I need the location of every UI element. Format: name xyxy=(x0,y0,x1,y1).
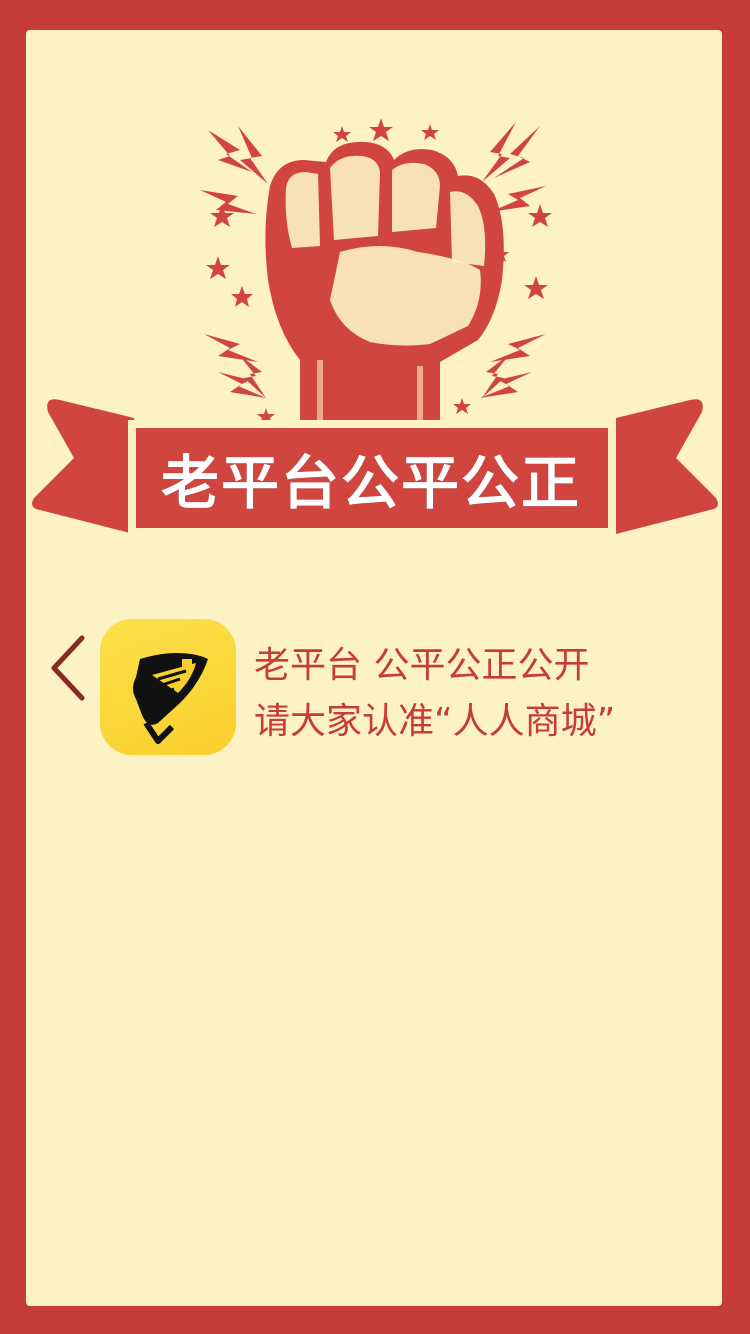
chevron-left-icon[interactable] xyxy=(46,632,92,704)
message-line-2: 请大家认准“人人商城” xyxy=(254,701,616,742)
raised-fist-icon xyxy=(265,141,504,421)
message-line-1: 老平台 公平公正公开 xyxy=(254,645,590,686)
fish-app-icon[interactable] xyxy=(100,619,236,755)
fish-logo xyxy=(133,653,208,744)
message-block: 老平台 公平公正公开 请大家认准“人人商城” xyxy=(254,638,694,750)
banner-title: 老平台公平公正 xyxy=(160,449,581,517)
